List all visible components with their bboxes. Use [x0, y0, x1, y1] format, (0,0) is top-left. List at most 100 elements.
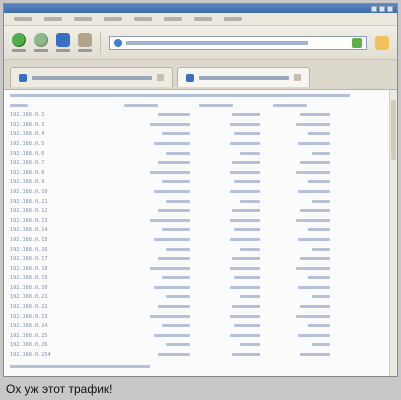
bookmark-button[interactable] [375, 35, 389, 50]
table-row: 192.168.0.2 [10, 111, 391, 121]
table-row: 192.168.0.21 [10, 293, 391, 303]
traffic-value [190, 351, 260, 361]
tab-close-icon[interactable] [157, 74, 164, 81]
tab-close-icon[interactable] [294, 74, 301, 81]
scrollbar-thumb[interactable] [391, 100, 396, 160]
menu-item-go[interactable] [104, 17, 122, 21]
tab-2[interactable] [177, 67, 310, 87]
capture-footer [10, 363, 391, 373]
minimize-icon[interactable] [371, 5, 377, 12]
table-row: 192.168.0.20 [10, 284, 391, 294]
traffic-value [120, 121, 190, 131]
tab-icon [186, 73, 194, 82]
traffic-value [260, 140, 330, 150]
reload-button[interactable] [56, 33, 70, 52]
menu-item-tools[interactable] [164, 17, 182, 21]
tab-label [32, 75, 152, 80]
traffic-value [190, 313, 260, 323]
table-row: 192.168.0.25 [10, 332, 391, 342]
traffic-value [260, 130, 330, 140]
traffic-value [120, 159, 190, 169]
close-icon[interactable] [387, 5, 393, 12]
host-ip: 192.168.0.10 [10, 188, 48, 195]
traffic-value [190, 159, 260, 169]
maximize-icon[interactable] [379, 5, 385, 12]
traffic-value [190, 198, 260, 208]
traffic-value [260, 169, 330, 179]
site-icon [114, 38, 122, 47]
menu-item-help[interactable] [224, 17, 242, 21]
page-content: 192.168.0.2 192.168.0.3 192.168.0.4 192.168… [4, 90, 397, 376]
table-row: 192.168.0.9 [10, 178, 391, 188]
traffic-value [190, 341, 260, 351]
menu-item-view[interactable] [74, 17, 92, 21]
traffic-value [260, 265, 330, 275]
host-ip: 192.168.0.9 [10, 179, 45, 186]
table-row: 192.168.0.19 [10, 274, 391, 284]
table-row: 192.168.0.13 [10, 217, 391, 227]
home-label [78, 49, 92, 52]
menu-item-edit[interactable] [44, 17, 62, 21]
traffic-value [120, 236, 190, 246]
traffic-value [260, 150, 330, 160]
capture-header [10, 92, 391, 102]
address-bar[interactable] [109, 35, 367, 50]
column-header-b [198, 103, 233, 107]
traffic-value [120, 140, 190, 150]
table-row: 192.168.0.10 [10, 188, 391, 198]
traffic-value [120, 293, 190, 303]
vertical-scrollbar[interactable] [389, 90, 397, 376]
host-ip: 192.168.0.16 [10, 246, 48, 253]
traffic-value [190, 322, 260, 332]
traffic-value [260, 217, 330, 227]
host-ip: 192.168.0.23 [10, 313, 48, 320]
table-row: 192.168.0.23 [10, 313, 391, 323]
table-row: 192.168.0.4 [10, 130, 391, 140]
go-icon[interactable] [352, 37, 362, 48]
home-icon [78, 33, 92, 47]
traffic-value [120, 207, 190, 217]
back-button[interactable] [12, 33, 26, 52]
host-ip: 192.168.0.19 [10, 275, 48, 282]
traffic-value [260, 313, 330, 323]
reload-icon [56, 33, 70, 47]
table-row: 192.168.0.254 [10, 351, 391, 361]
traffic-value [120, 255, 190, 265]
traffic-value [190, 274, 260, 284]
menu-item-bookmarks[interactable] [134, 17, 152, 21]
tab-label [199, 75, 289, 80]
traffic-value [260, 351, 330, 361]
host-ip: 192.168.0.25 [10, 332, 48, 339]
back-arrow-icon [12, 33, 26, 47]
menu-item-file[interactable] [14, 17, 32, 21]
tab-1[interactable] [10, 67, 173, 87]
table-row: 192.168.0.15 [10, 236, 391, 246]
host-ip: 192.168.0.12 [10, 208, 48, 215]
window-controls [371, 5, 393, 12]
traffic-value [190, 303, 260, 313]
host-ip: 192.168.0.6 [10, 150, 45, 157]
back-label [12, 49, 26, 52]
traffic-value [190, 130, 260, 140]
host-ip: 192.168.0.20 [10, 284, 48, 291]
tab-bar [4, 60, 397, 90]
traffic-value [120, 351, 190, 361]
traffic-value [260, 198, 330, 208]
table-row: 192.168.0.24 [10, 322, 391, 332]
traffic-value [260, 303, 330, 313]
menu-item-window[interactable] [194, 17, 212, 21]
host-ip: 192.168.0.13 [10, 217, 48, 224]
traffic-value [260, 188, 330, 198]
traffic-value [260, 284, 330, 294]
traffic-value [260, 121, 330, 131]
host-ip: 192.168.0.14 [10, 227, 48, 234]
navigation-toolbar [4, 26, 397, 60]
traffic-value [190, 255, 260, 265]
image-caption: Ох уж этот трафик! [0, 378, 401, 400]
home-button[interactable] [78, 33, 92, 52]
forward-button[interactable] [34, 33, 48, 52]
traffic-value [260, 332, 330, 342]
traffic-value [260, 159, 330, 169]
host-ip: 192.168.0.254 [10, 352, 51, 359]
traffic-value [190, 207, 260, 217]
